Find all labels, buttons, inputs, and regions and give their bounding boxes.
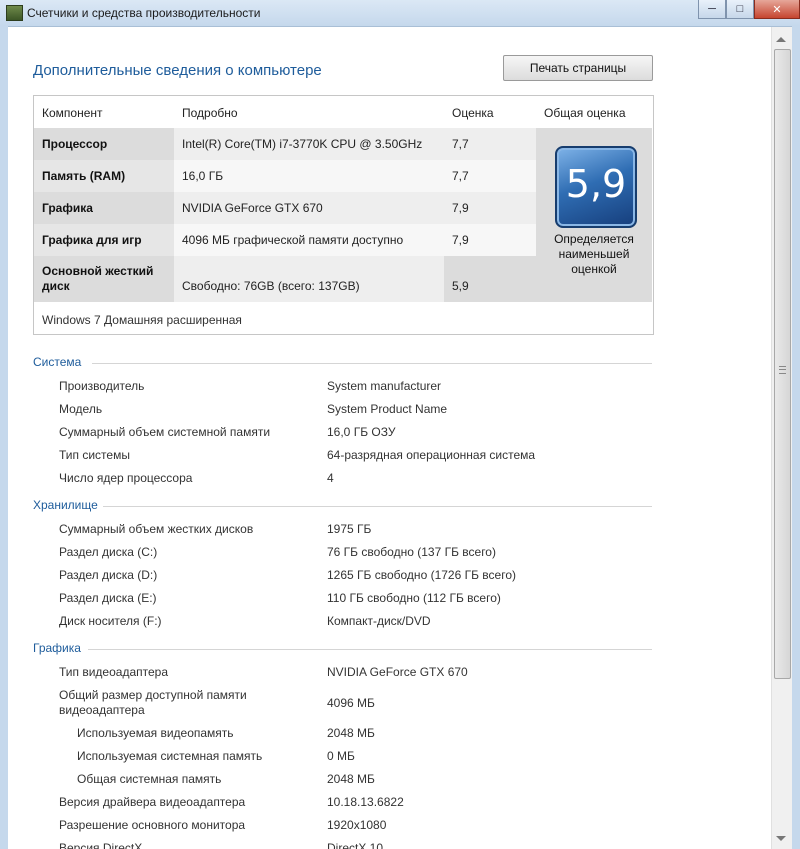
section-divider — [88, 649, 652, 650]
component-detail: NVIDIA GeForce GTX 670 — [182, 201, 323, 215]
scroll-up-arrow-icon[interactable] — [776, 37, 786, 42]
window-controls: ─ □ ✕ — [698, 0, 800, 20]
grip-icon — [779, 366, 786, 374]
print-page-button[interactable]: Печать страницы — [503, 55, 653, 81]
rating-table: Компонент Подробно Оценка Общая оценка П… — [33, 95, 654, 335]
info-label: Разрешение основного монитора — [59, 818, 246, 832]
component-score: 7,7 — [452, 137, 469, 151]
info-value: NVIDIA GeForce GTX 670 — [327, 665, 468, 679]
rating-table-header: Компонент Подробно Оценка Общая оценка — [34, 96, 653, 128]
component-detail: 16,0 ГБ — [182, 169, 224, 183]
app-icon — [6, 5, 23, 21]
component-label: Процессор — [42, 137, 108, 151]
info-label: Диск носителя (F:) — [59, 614, 162, 628]
info-label: Число ядер процессора — [59, 471, 193, 485]
page-title: Дополнительные сведения о компьютере — [33, 62, 322, 79]
info-label: Модель — [59, 402, 103, 416]
content-area: Дополнительные сведения о компьютере Печ… — [8, 27, 771, 849]
info-label: Версия драйвера видеоадаптера — [59, 795, 246, 809]
component-score: 5,9 — [452, 279, 469, 293]
maximize-button[interactable]: □ — [726, 0, 754, 19]
component-score: 7,9 — [452, 201, 469, 215]
info-value: 10.18.13.6822 — [327, 795, 404, 809]
info-value: System manufacturer — [327, 379, 442, 393]
scroll-down-arrow-icon[interactable] — [776, 836, 786, 841]
scrollbar-thumb[interactable] — [774, 49, 791, 679]
info-label: Суммарный объем системной памяти — [59, 425, 271, 439]
section-divider — [92, 363, 652, 364]
info-value: 4 — [327, 471, 334, 485]
minimize-button[interactable]: ─ — [698, 0, 726, 19]
column-component: Компонент — [42, 106, 103, 120]
rating-row-cpu: Процессор Intel(R) Core(TM) i7-3770K CPU… — [34, 128, 536, 160]
window-frame-right — [792, 26, 800, 849]
component-label: Основной жесткий диск — [42, 264, 154, 293]
component-label: Память (RAM) — [42, 169, 126, 183]
component-detail: 4096 МБ графической памяти доступно — [182, 233, 404, 247]
section-title-storage: Хранилище — [33, 498, 98, 512]
info-label: Общий размер доступной памяти видеоадапт… — [59, 688, 247, 717]
component-label: Графика — [42, 201, 93, 215]
info-value: 2048 МБ — [327, 726, 375, 740]
window-title: Счетчики и средства производительности — [27, 6, 261, 20]
column-score: Оценка — [452, 106, 494, 120]
overall-score-note: Определяется наименьшей оценкой — [554, 232, 634, 276]
info-value: 4096 МБ — [327, 696, 375, 710]
score-badge-icon: 5,9 — [555, 146, 637, 228]
component-score: 7,9 — [452, 233, 469, 247]
info-label: Используемая системная память — [77, 749, 263, 763]
rating-row-graphics: Графика NVIDIA GeForce GTX 670 7,9 — [34, 192, 536, 224]
overall-score: 5,9 — [565, 162, 627, 206]
info-label: Раздел диска (C:) — [59, 545, 158, 559]
info-value: 16,0 ГБ ОЗУ — [327, 425, 396, 439]
column-overall: Общая оценка — [544, 106, 626, 120]
vertical-scrollbar[interactable] — [771, 27, 792, 849]
info-value: 1265 ГБ свободно (1726 ГБ всего) — [327, 568, 516, 582]
windows-edition: Windows 7 Домашняя расширенная — [42, 313, 242, 327]
info-value: 1920x1080 — [327, 818, 387, 832]
section-divider — [103, 506, 652, 507]
info-value: 110 ГБ свободно (112 ГБ всего) — [327, 591, 501, 605]
info-value: 0 МБ — [327, 749, 355, 763]
close-button[interactable]: ✕ — [754, 0, 800, 19]
info-label: Используемая видеопамять — [77, 726, 234, 740]
window-frame-left — [0, 26, 8, 849]
component-score: 7,7 — [452, 169, 469, 183]
info-label: Раздел диска (D:) — [59, 568, 158, 582]
info-value: 76 ГБ свободно (137 ГБ всего) — [327, 545, 496, 559]
column-detail: Подробно — [182, 106, 238, 120]
info-value: 64-разрядная операционная система — [327, 448, 536, 462]
overall-score-panel: 5,9 Определяется наименьшей оценкой — [536, 128, 652, 302]
info-value: DirectX 10 — [327, 841, 384, 849]
info-label: Суммарный объем жестких дисков — [59, 522, 254, 536]
title-bar: Счетчики и средства производительности ─… — [0, 0, 800, 27]
info-value: System Product Name — [327, 402, 448, 416]
info-label: Раздел диска (E:) — [59, 591, 157, 605]
info-value: 2048 МБ — [327, 772, 375, 786]
info-value: Компакт-диск/DVD — [327, 614, 431, 628]
rating-row-gaming-graphics: Графика для игр 4096 МБ графической памя… — [34, 224, 536, 256]
info-label: Производитель — [59, 379, 145, 393]
component-detail: Свободно: 76GB (всего: 137GB) — [182, 279, 360, 293]
info-label: Общая системная память — [77, 772, 222, 786]
info-label: Версия DirectX — [59, 841, 143, 849]
rating-row-memory: Память (RAM) 16,0 ГБ 7,7 — [34, 160, 536, 192]
component-detail: Intel(R) Core(TM) i7-3770K CPU @ 3.50GHz — [182, 137, 423, 151]
info-value: 1975 ГБ — [327, 522, 372, 536]
component-label: Графика для игр — [42, 233, 142, 247]
section-title-system: Система — [33, 355, 82, 369]
info-label: Тип видеоадаптера — [59, 665, 168, 679]
info-label: Тип системы — [59, 448, 130, 462]
section-title-graphics: Графика — [33, 641, 81, 655]
rating-row-disk: Основной жесткий диск Свободно: 76GB (вс… — [34, 256, 536, 302]
